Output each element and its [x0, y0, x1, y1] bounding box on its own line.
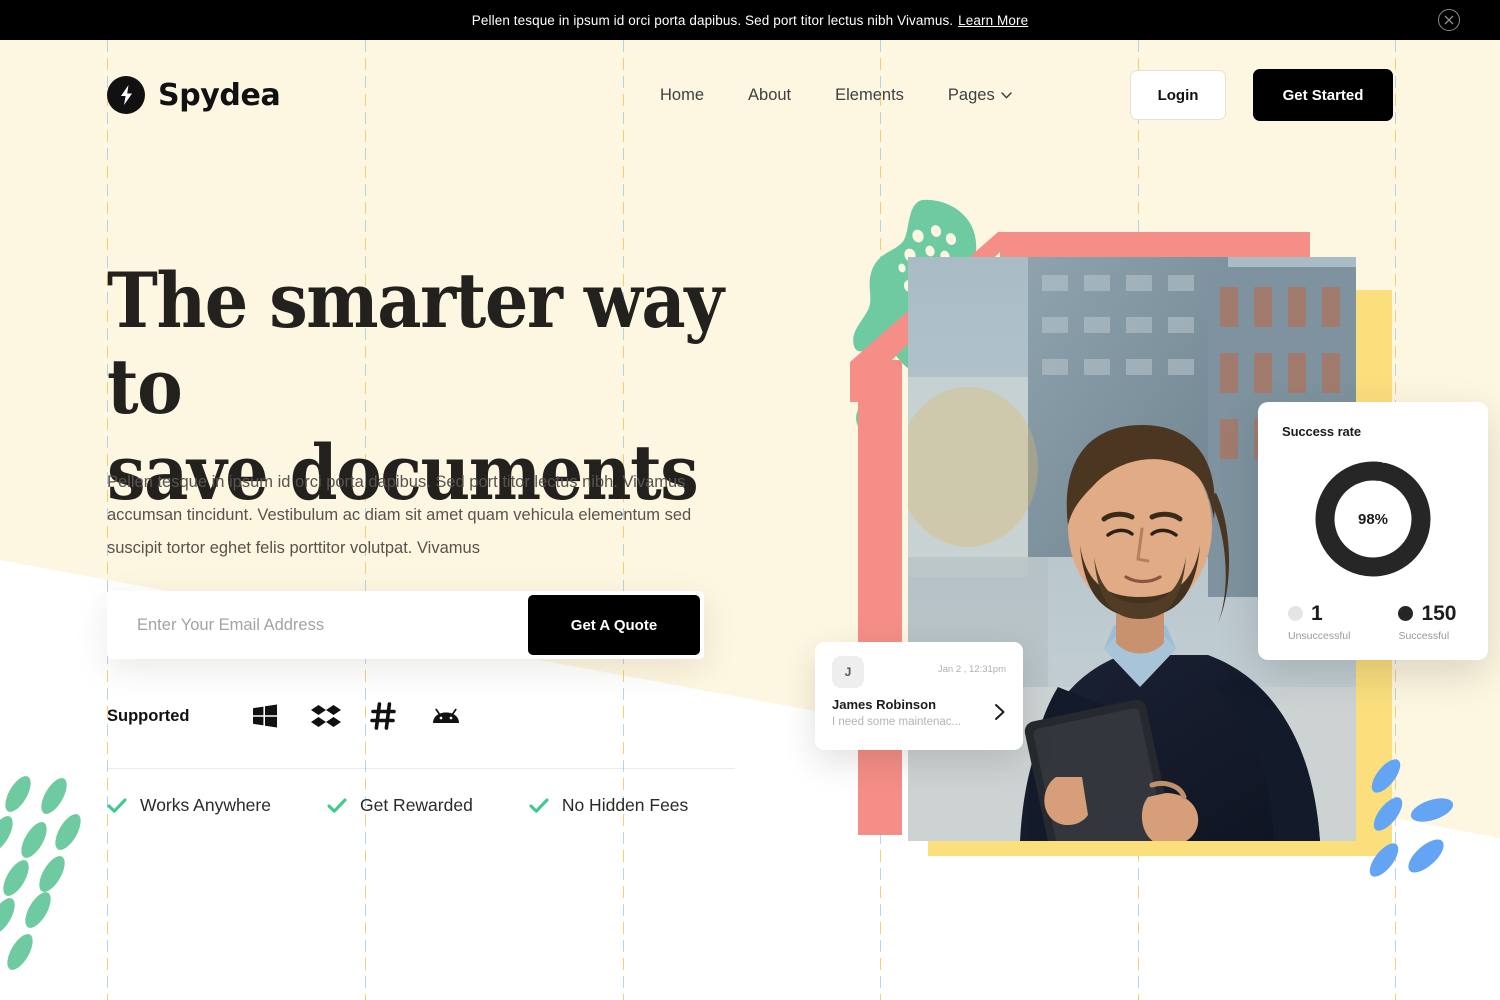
success-donut-chart: 98% [1309, 455, 1437, 583]
legend-dot-icon [1288, 606, 1303, 621]
supported-platforms: Supported [107, 698, 490, 734]
slack-hash-icon[interactable] [369, 701, 430, 731]
android-glyph [432, 708, 459, 723]
message-timestamp: Jan 2 , 12:31pm [937, 664, 1006, 675]
legend-label: Unsuccessful [1288, 630, 1351, 642]
site-header: Spydea Home About Elements Pages Login G… [0, 40, 1500, 150]
announcement-learn-more-link[interactable]: Learn More [958, 13, 1028, 28]
feature-label: Get Rewarded [359, 795, 473, 815]
green-leaves-decoration [0, 776, 81, 970]
nav-label: Elements [835, 85, 904, 104]
windows-glyph [252, 704, 277, 728]
message-card-header: J Jan 2 , 12:31pm [832, 656, 1006, 688]
check-icon [529, 797, 549, 813]
legend-label: Successful [1398, 630, 1450, 642]
chevron-down-icon [1000, 91, 1012, 99]
message-card[interactable]: J Jan 2 , 12:31pm James Robinson I need … [815, 642, 1023, 750]
nav-item-elements[interactable]: Elements [835, 80, 948, 111]
get-started-button[interactable]: Get Started [1253, 69, 1393, 121]
close-icon[interactable] [1438, 9, 1460, 31]
feature-list: Works Anywhere Get Rewarded No Hidden Fe… [107, 795, 744, 816]
blue-leaves-decoration [1369, 759, 1454, 877]
check-icon [327, 797, 347, 813]
nav-item-home[interactable]: Home [660, 80, 748, 111]
get-a-quote-button[interactable]: Get A Quote [528, 595, 700, 655]
feature-label: Works Anywhere [140, 795, 271, 815]
close-glyph [1444, 15, 1454, 25]
legend-item-unsuccessful: 1 Unsuccessful [1288, 603, 1350, 642]
announcement-text: Pellen tesque in ipsum id orci porta dap… [471, 12, 954, 28]
legend-dot-icon [1398, 606, 1414, 621]
nav-label: Pages [947, 85, 995, 104]
message-sender-name: James Robinson [832, 697, 937, 712]
feature-item: No Hidden Fees [529, 795, 688, 816]
announcement-bar: Pellen tesque in ipsum id orci porta dap… [0, 0, 1500, 40]
login-button[interactable]: Login [1130, 70, 1226, 120]
success-rate-card: Success rate 98% 1 Unsuccessful 150 Succ… [1258, 402, 1488, 660]
hero-paragraph: Pellen tesque in ipsum id orci porta dap… [107, 473, 692, 557]
feature-item: Works Anywhere [107, 795, 271, 816]
legend-value: 150 [1421, 602, 1457, 625]
message-preview: I need some maintenac... [832, 716, 962, 728]
dropbox-glyph [310, 705, 341, 727]
donut-center-value: 98% [1357, 510, 1389, 528]
chevron-right-icon[interactable] [994, 703, 1006, 721]
nav-label: Home [660, 85, 705, 104]
hero-title-line1: The smarter way to [107, 256, 724, 431]
supported-label: Supported [107, 706, 190, 725]
message-card-body: James Robinson I need some maintenac... [832, 697, 1006, 728]
brand-name: Spydea [158, 77, 281, 113]
login-label: Login [1157, 86, 1199, 104]
email-signup-form: Get A Quote [107, 591, 704, 659]
legend-item-successful: 150 Successful [1398, 602, 1457, 642]
feature-item: Get Rewarded [327, 795, 473, 816]
main-nav: Home About Elements Pages [660, 80, 1012, 111]
dropbox-icon[interactable] [310, 701, 370, 731]
android-icon[interactable] [430, 701, 490, 731]
quote-label: Get A Quote [570, 616, 658, 634]
email-input[interactable] [107, 591, 528, 659]
nav-item-pages[interactable]: Pages [948, 80, 1012, 111]
windows-icon[interactable] [250, 701, 310, 731]
check-icon [107, 797, 127, 813]
feature-label: No Hidden Fees [561, 795, 689, 815]
page-root: Pellen tesque in ipsum id orci porta dap… [0, 0, 1500, 1000]
nav-label: About [748, 85, 792, 104]
legend-value: 1 [1311, 602, 1323, 625]
bolt-glyph [120, 85, 132, 105]
success-legend: 1 Unsuccessful 150 Successful [1282, 603, 1464, 642]
hash-glyph [369, 702, 396, 730]
brand-logo[interactable]: Spydea [107, 76, 281, 114]
lightning-bolt-icon [107, 76, 145, 114]
success-card-title: Success rate [1282, 424, 1362, 439]
get-started-label: Get Started [1282, 86, 1364, 104]
pink-frame-left [858, 360, 902, 835]
avatar: J [832, 656, 864, 688]
nav-item-about[interactable]: About [748, 80, 835, 111]
section-divider [107, 768, 735, 769]
